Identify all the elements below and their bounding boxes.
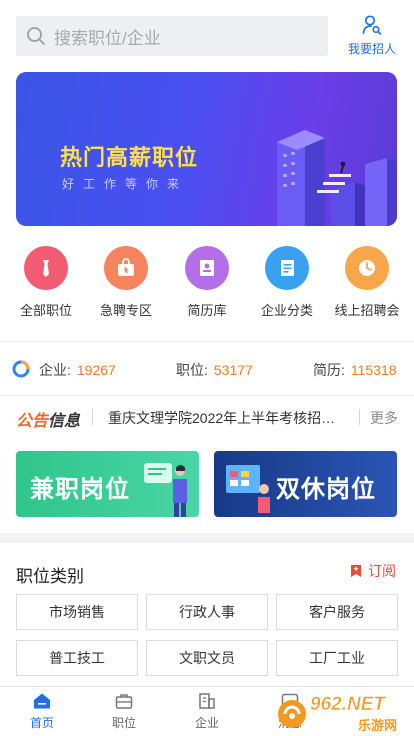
clock-icon: [345, 246, 389, 290]
quick-links: 全部职位 急聘专区 简历库 企业分类 线上招聘会: [0, 246, 414, 326]
person-search-icon: [362, 15, 382, 35]
notice-more-link[interactable]: 更多: [370, 408, 398, 428]
briefcase-icon: [115, 694, 133, 709]
quick-link-label: 急聘专区: [99, 303, 152, 318]
quick-link-label: 企业分类: [260, 303, 313, 318]
quick-link-all-jobs[interactable]: 全部职位: [6, 246, 86, 319]
search-placeholder: 搜索职位/企业: [54, 28, 161, 48]
quick-link-online-fair[interactable]: 线上招聘会: [327, 246, 407, 319]
pie-chart-icon: [12, 360, 30, 378]
stat-resume-label: 简历:: [313, 362, 345, 378]
svg-text:962.NET: 962.NET: [310, 694, 386, 715]
notice-tag-a: 公告: [16, 413, 49, 430]
search-input[interactable]: 搜索职位/企业: [16, 16, 328, 56]
notice-tag: 公告信息: [16, 407, 80, 431]
weekend-off-jobs-label: 双休岗位: [276, 476, 376, 503]
notice-bar[interactable]: 公告信息 重庆文理学院2022年上半年考核招聘事业单位工作人员公告 更多: [0, 397, 414, 437]
part-time-jobs-card[interactable]: 兼职岗位: [16, 451, 199, 517]
job-category-title: 职位类别: [16, 567, 84, 586]
notice-text[interactable]: 重庆文理学院2022年上半年考核招聘事业单位工作人员公告: [108, 408, 340, 428]
stat-job: 职位: 53177: [176, 360, 253, 380]
tie-icon: [24, 246, 68, 290]
building-icon: [199, 693, 215, 709]
city-illustration: [277, 130, 397, 226]
person-illustration: [144, 463, 187, 517]
tab-jobs-label: 职位: [111, 716, 136, 730]
part-time-jobs-label: 兼职岗位: [30, 476, 130, 503]
header: 搜索职位/企业 我要招人: [0, 0, 414, 66]
recruit-label: 我要招人: [347, 42, 396, 56]
home-icon: [34, 693, 50, 709]
category-item[interactable]: 市场销售: [16, 594, 138, 630]
divider: [0, 341, 414, 342]
divider: [0, 395, 414, 396]
category-item[interactable]: 文职文员: [146, 640, 268, 676]
stat-job-label: 职位:: [176, 362, 208, 378]
site-watermark-logo: 962.NET 乐游网: [278, 694, 397, 734]
promo-banner[interactable]: 热门高薪职位 好工作等你来: [16, 72, 397, 226]
quick-link-company-category[interactable]: 企业分类: [247, 246, 327, 319]
stat-job-value: 53177: [213, 362, 253, 378]
svg-text:乐游网: 乐游网: [358, 718, 397, 734]
home-page: 搜索职位/企业 我要招人 热门高薪职位 好工作等你来 全部职位 急聘专区 简历库…: [0, 0, 414, 736]
recruit-button[interactable]: 我要招人: [342, 14, 402, 58]
stat-resume-value: 115318: [350, 362, 397, 378]
notice-separator: [359, 409, 360, 425]
stats-bar: 企业: 19267 职位: 53177 简历: 115318: [0, 343, 414, 395]
category-item[interactable]: 行政人事: [146, 594, 268, 630]
quick-link-resume-bank[interactable]: 简历库: [167, 246, 247, 319]
tab-home-label: 首页: [29, 716, 54, 730]
quick-link-label: 全部职位: [19, 303, 72, 318]
quick-link-label: 简历库: [187, 303, 227, 318]
section-gap: [0, 533, 414, 543]
stat-company-value: 19267: [76, 362, 116, 378]
tab-company-label: 企业: [194, 716, 219, 730]
subscribe-label: 订阅: [368, 563, 396, 579]
stat-company: 企业: 19267: [39, 360, 116, 380]
stat-resume: 简历: 115318: [313, 360, 397, 380]
resume-icon: [185, 246, 229, 290]
tab-jobs[interactable]: 职位: [94, 691, 154, 731]
stat-company-label: 企业:: [39, 362, 71, 378]
category-item[interactable]: 普工技工: [16, 640, 138, 676]
tab-company[interactable]: 企业: [177, 691, 237, 731]
bag-icon: [104, 246, 148, 290]
category-item[interactable]: 客户服务: [276, 594, 398, 630]
banner-subtitle: 好工作等你来: [62, 177, 189, 191]
document-icon: [265, 246, 309, 290]
banner-title: 热门高薪职位: [60, 145, 199, 170]
weekend-off-jobs-card[interactable]: 双休岗位: [214, 451, 397, 517]
subscribe-button[interactable]: 订阅: [350, 561, 396, 581]
quick-link-label: 线上招聘会: [334, 303, 400, 318]
bookmark-icon: [351, 565, 361, 577]
quick-link-urgent[interactable]: 急聘专区: [86, 246, 166, 319]
search-icon: [27, 27, 45, 45]
category-item[interactable]: 工厂工业: [276, 640, 398, 676]
notice-separator: [92, 409, 93, 425]
notice-tag-b: 信息: [48, 413, 81, 430]
tab-home[interactable]: 首页: [12, 691, 72, 731]
calendar-illustration: [226, 465, 270, 513]
